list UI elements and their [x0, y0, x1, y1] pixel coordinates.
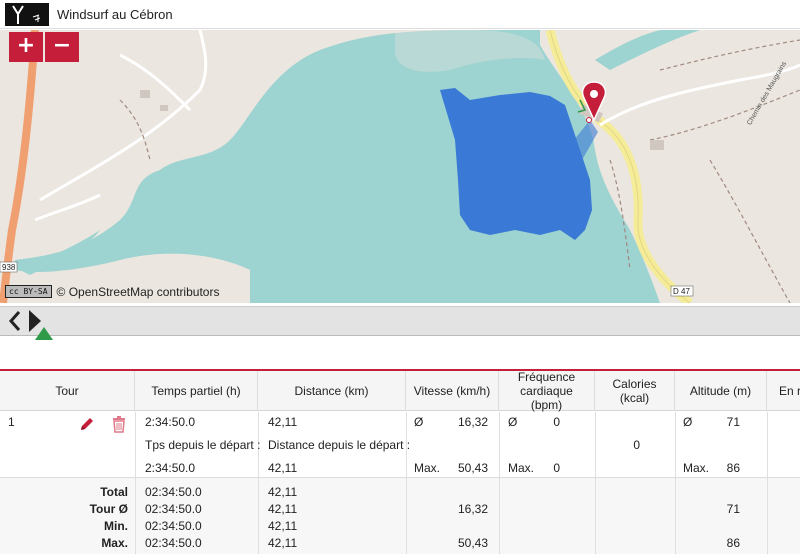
top-bar: Windsurf au Cébron — [0, 0, 800, 29]
chevron-left-icon[interactable] — [7, 310, 23, 332]
summary-temps-max: 02:34:50.0 — [145, 536, 202, 550]
table-header: Tour Temps partiel (h) Distance (km) Vit… — [0, 370, 800, 412]
cc-license-badge[interactable]: cc BY-SA — [5, 285, 52, 298]
summary-distance-total: 42,11 — [268, 485, 298, 499]
road-label-right: D 47 — [673, 287, 690, 296]
vitesse-avg-symbol: Ø — [414, 415, 424, 429]
altitude-avg-symbol: Ø — [683, 415, 693, 429]
lap-distance-label: Distance depuis le départ : — [268, 438, 411, 452]
track-dashed-1 — [649, 89, 800, 141]
summary-temps-min: 02:34:50.0 — [145, 519, 202, 533]
col-header-altitude[interactable]: Altitude (m) — [675, 371, 767, 411]
map-attribution: cc BY-SA © OpenStreetMap contributors — [5, 284, 219, 299]
col-header-vitesse[interactable]: Vitesse (km/h) — [406, 371, 499, 411]
summary-temps-total: 02:34:50.0 — [145, 485, 202, 499]
vitesse-max-label: Max. — [414, 461, 441, 475]
col-header-more[interactable]: En r — [767, 371, 800, 411]
lap-tps-label: Tps depuis le départ : — [145, 438, 261, 452]
summary-vitesse-max: 50,43 — [457, 536, 488, 550]
street-label: Chemin des Maugrains — [746, 60, 788, 126]
lap-number: 1 — [8, 415, 15, 429]
lap-calories: 0 — [633, 438, 640, 452]
summary-distance-max: 42,11 — [268, 536, 298, 550]
lap-altitude-avg: 71 — [726, 415, 740, 429]
zoom-out-button[interactable]: − — [45, 32, 79, 62]
col-header-calories[interactable]: Calories (kcal) — [595, 371, 675, 411]
position-marker-icon[interactable] — [34, 327, 54, 341]
summary-altitude-max: 86 — [726, 536, 740, 550]
summary-distance-min: 42,11 — [268, 519, 298, 533]
page-title: Windsurf au Cébron — [57, 7, 173, 22]
zoom-in-button[interactable]: + — [9, 32, 43, 62]
col-header-frequence[interactable]: Fréquence cardiaque (bpm) — [499, 370, 595, 412]
lap-fc-avg: 0 — [553, 415, 560, 429]
summary-section: Total Tour Ø Min. Max. 02:34:50.0 02:34:… — [0, 477, 800, 554]
edit-pencil-icon[interactable] — [78, 415, 96, 433]
lap-stats-table: Tour Temps partiel (h) Distance (km) Vit… — [0, 369, 800, 554]
lap-tps-value: 2:34:50.0 — [145, 461, 196, 475]
summary-label-total: Total — [100, 485, 128, 499]
col-header-distance[interactable]: Distance (km) — [258, 371, 406, 411]
lap-altitude-max: 86 — [726, 461, 740, 475]
map-canvas: 938 D 47 Chemin des Maugrains — [0, 30, 800, 303]
lap-temps-partiel: 2:34:50.0 — [145, 415, 196, 429]
map-view[interactable]: 938 D 47 Chemin des Maugrains + − cc BY-… — [0, 30, 800, 303]
attribution-text[interactable]: © OpenStreetMap contributors — [57, 285, 220, 299]
table-body: 1 2:34:50.0 Tps depuis le départ : 2:34:… — [0, 412, 800, 554]
building — [160, 105, 168, 111]
stream-upper — [595, 30, 700, 70]
summary-label-max: Max. — [101, 536, 128, 550]
track-dashed-3 — [709, 159, 791, 303]
fc-avg-symbol: Ø — [508, 415, 518, 429]
lap-vitesse-avg: 16,32 — [457, 415, 488, 429]
summary-altitude-avg: 71 — [726, 502, 740, 516]
lap-fc-max: 0 — [553, 461, 560, 475]
summary-distance-avg: 42,11 — [268, 502, 298, 516]
road-label-left: 938 — [2, 263, 16, 272]
windsurf-logo-icon — [5, 3, 49, 26]
summary-label-tour-avg: Tour Ø — [89, 502, 128, 516]
col-header-temps[interactable]: Temps partiel (h) — [135, 371, 258, 411]
building — [650, 140, 664, 150]
timeline-bar — [0, 306, 800, 340]
trash-icon[interactable] — [110, 415, 128, 433]
road-minor-3 — [119, 53, 192, 112]
app-root: Windsurf au Cébron 938 D 47 Chemin des M… — [0, 0, 800, 554]
timeline-track[interactable] — [44, 307, 800, 335]
summary-vitesse-avg: 16,32 — [457, 502, 488, 516]
summary-label-min: Min. — [104, 519, 128, 533]
lap-distance: 42,11 — [268, 415, 298, 429]
lap-distance-cumul: 42,11 — [268, 461, 298, 475]
building — [140, 90, 150, 98]
altitude-max-label: Max. — [683, 461, 710, 475]
lap-vitesse-max: 50,43 — [457, 461, 488, 475]
col-header-tour[interactable]: Tour — [0, 371, 135, 411]
summary-temps-avg: 02:34:50.0 — [145, 502, 202, 516]
